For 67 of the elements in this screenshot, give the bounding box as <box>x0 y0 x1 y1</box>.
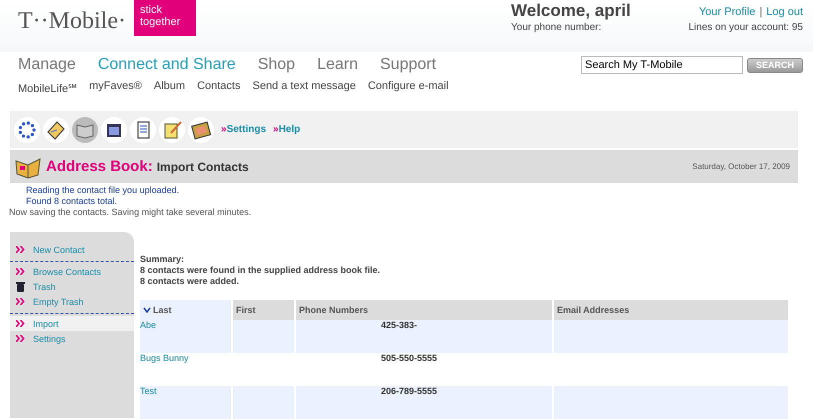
notepad-pencil-icon <box>164 120 182 138</box>
double-arrow-icon <box>16 298 25 305</box>
sidebar-item[interactable]: Import <box>10 316 134 331</box>
account-link[interactable]: Your Profile <box>698 6 756 18</box>
column-header[interactable]: Phone Numbers <box>296 300 552 320</box>
subnav-link[interactable]: MobileLife℠ <box>18 80 78 95</box>
phone-label: Your phone number: <box>511 22 602 33</box>
phone-number: 505-550-5555 <box>380 353 438 363</box>
account-link[interactable]: Log out <box>766 6 803 18</box>
sidebar-item[interactable]: Browse Contacts <box>10 264 134 279</box>
phone-number: 206-789-5555 <box>380 386 438 396</box>
toolbar-tool[interactable] <box>188 116 214 142</box>
summary-line: 8 contacts were found in the supplied address book file. <box>140 265 382 276</box>
contact-name-link[interactable]: Bugs Bunny <box>140 353 189 363</box>
toolbar-tool[interactable] <box>101 116 127 142</box>
column-header[interactable]: Email Addresses <box>554 300 788 320</box>
section-title: Address Book: <box>46 158 153 175</box>
subnav-link[interactable]: myFaves® <box>89 80 142 95</box>
saving-notice: Now saving the contacts. Saving might take several minutes. <box>8 207 252 218</box>
notepad-icon <box>138 121 150 138</box>
sidebar-item[interactable]: Empty Trash <box>10 294 134 309</box>
subnav-link[interactable]: Send a text message <box>252 80 356 95</box>
toolbar-link[interactable]: »Settings <box>221 124 266 135</box>
dotted-circle-icon <box>18 121 36 138</box>
date-text: Saturday, October 17, 2009 <box>692 162 790 171</box>
envelope-icon <box>47 120 65 140</box>
double-arrow-icon <box>16 246 25 253</box>
sort-caret-icon <box>143 307 151 313</box>
lines-count: Lines on your account: 95 <box>688 22 803 33</box>
logo: T··Mobile· <box>18 8 126 35</box>
book-icon <box>76 124 94 138</box>
double-arrow-icon <box>16 268 25 275</box>
trash-icon <box>16 282 25 292</box>
column-header[interactable]: First <box>233 300 294 320</box>
contact-name-link[interactable]: Abe <box>140 320 156 330</box>
summary-title: Summary: <box>140 254 186 265</box>
summary-line: 8 contacts were added. <box>140 276 240 287</box>
toolbar-link[interactable]: »Help <box>273 124 300 135</box>
subnav-link[interactable]: Contacts <box>197 80 240 95</box>
status-message: Reading the contact file you uploaded. <box>26 185 180 196</box>
status-message: Found 8 contacts total. <box>26 196 118 207</box>
nav-tab[interactable]: Shop <box>258 56 296 74</box>
toolbar-tool[interactable] <box>130 116 156 142</box>
phone-number: 425-383- <box>380 320 418 330</box>
search-field[interactable]: Search My T-Mobile <box>580 56 743 74</box>
toolbar-tool[interactable] <box>43 116 69 142</box>
nav-tab[interactable]: Manage <box>18 56 76 74</box>
subnav-link[interactable]: Configure e-mail <box>368 80 449 95</box>
column-header[interactable]: Last <box>140 300 231 320</box>
page-title: Import Contacts <box>156 160 250 174</box>
calendar-icon <box>107 124 121 136</box>
toolbar-tool[interactable] <box>14 116 40 142</box>
separator: | <box>759 6 762 18</box>
slogan-badge: stick together <box>134 0 196 36</box>
welcome-text: Welcome, april <box>511 4 631 18</box>
contact-name-link[interactable]: Test <box>140 386 157 396</box>
sidebar-item[interactable]: New Contact <box>10 242 134 257</box>
photo-frame-icon <box>191 121 212 139</box>
subnav-link[interactable]: Album <box>154 80 186 95</box>
toolbar-tool[interactable] <box>159 116 185 142</box>
sidebar-item[interactable]: Trash <box>10 279 134 294</box>
double-arrow-icon <box>16 320 25 327</box>
double-arrow-icon <box>16 335 25 342</box>
nav-tab[interactable]: Connect and Share <box>98 56 236 74</box>
nav-tab[interactable]: Support <box>380 56 436 74</box>
sidebar-item[interactable]: Settings <box>10 331 134 346</box>
nav-tab[interactable]: Learn <box>317 56 358 74</box>
